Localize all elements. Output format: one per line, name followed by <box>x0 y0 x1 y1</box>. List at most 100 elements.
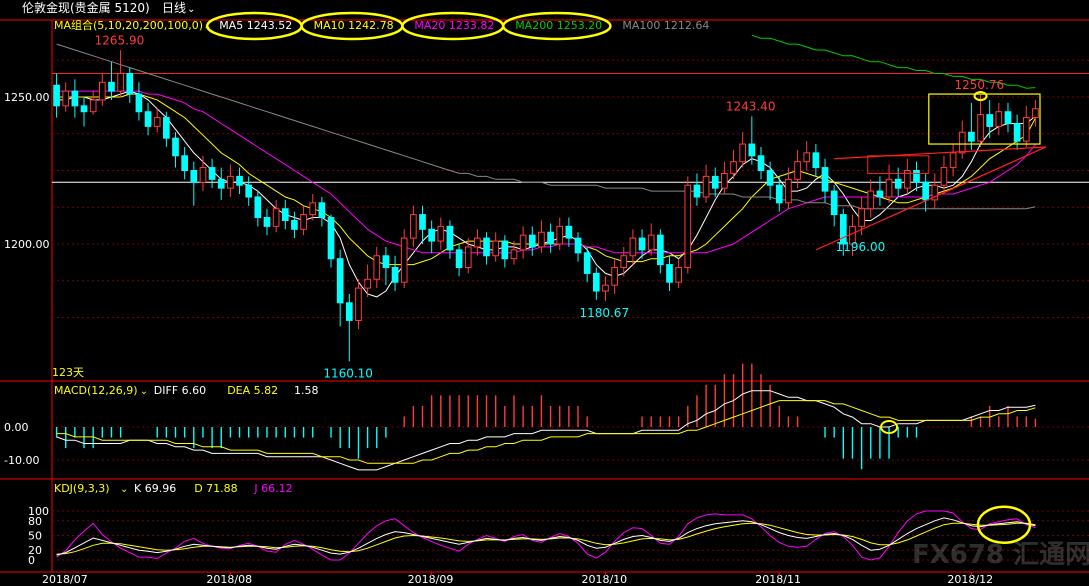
candle-body <box>721 172 728 189</box>
ma-legend-item[interactable]: MA200 1253.20 <box>515 19 602 32</box>
candle-body <box>968 131 975 142</box>
candle-body <box>657 234 664 266</box>
candle-body <box>300 214 307 230</box>
candle-body <box>748 143 756 157</box>
candle-body <box>263 217 271 227</box>
candle-body <box>675 267 682 283</box>
candle-body <box>858 208 865 227</box>
candle-body <box>153 117 161 127</box>
candle-body <box>538 231 545 248</box>
bars-count-label: 123天 <box>52 366 84 379</box>
candle-body <box>885 178 893 198</box>
candle-body <box>812 152 820 169</box>
candle-body <box>336 258 344 304</box>
candle-body <box>629 237 637 257</box>
window-title[interactable]: 伦敦金现(贵金属 5120) <box>22 0 150 15</box>
candle-body <box>1022 117 1030 142</box>
kdj-tick-label: 0 <box>28 554 35 567</box>
candle-body <box>922 181 929 201</box>
candle-body <box>236 175 243 186</box>
macd-legend-item[interactable]: DEA 5.82 <box>227 384 278 397</box>
candle-body <box>89 99 97 113</box>
candle-body <box>830 190 838 216</box>
candle-body <box>355 287 362 321</box>
x-tick-label: 2018/08 <box>206 573 252 586</box>
candle-body <box>666 264 673 283</box>
candle-body <box>785 178 792 204</box>
candle-body <box>803 152 811 163</box>
ma-legend-item[interactable]: MA组合(5,10,20,200,100,0) <box>54 18 203 32</box>
kdj-legend-item[interactable]: K 69.96 <box>134 482 176 495</box>
candle-body <box>327 217 335 260</box>
chevron-down-icon[interactable]: ⌄ <box>140 386 148 397</box>
price-extreme-label: 1180.67 <box>579 306 629 320</box>
candle-body <box>199 167 207 183</box>
macd-legend-item[interactable]: 1.58 <box>294 384 319 397</box>
candlestick-chart[interactable]: 1250.00 1200.00 2018/07 2018/08 2018/09 2018/… <box>0 0 1089 586</box>
candle-body <box>172 137 179 157</box>
candle-body <box>739 143 747 163</box>
ma-legend-item[interactable]: MA100 1212.64 <box>622 19 709 32</box>
candle-body <box>364 278 371 289</box>
price-extreme-label: 1265.90 <box>95 33 145 47</box>
ma-legend-item[interactable]: MA20 1233.82 <box>414 19 494 32</box>
kdj-legend-item[interactable]: J 66.12 <box>253 482 292 495</box>
candle-body <box>1004 111 1012 124</box>
candles <box>53 50 1039 362</box>
candle-body <box>1032 108 1039 119</box>
candle-body <box>647 234 655 251</box>
candle-body <box>867 190 875 210</box>
candle-body <box>281 208 289 221</box>
support-trendline <box>834 146 1047 160</box>
chevron-down-icon[interactable]: ⌄ <box>187 4 195 15</box>
candle-body <box>382 255 390 269</box>
candle-body <box>547 231 554 245</box>
macd-legend-item[interactable]: DIFF 6.60 <box>154 384 206 397</box>
price-extreme-label: 1196.00 <box>836 240 886 254</box>
candle-body <box>272 208 280 227</box>
candle-body <box>757 155 765 172</box>
candle-body <box>684 184 692 269</box>
macd-legend-item[interactable]: MACD(12,26,9) <box>54 384 138 397</box>
candle-body <box>730 161 737 174</box>
candle-body <box>117 72 124 92</box>
candle-body <box>775 184 783 204</box>
ma-legend-item[interactable]: MA10 1242.78 <box>314 19 394 32</box>
price-extreme-label: 1243.40 <box>726 99 776 113</box>
candle-body <box>400 237 408 283</box>
x-tick-label: 2018/12 <box>947 573 993 586</box>
chevron-down-icon[interactable]: ⌄ <box>120 484 128 495</box>
kdj-legend-item[interactable]: KDJ(9,3,3) <box>54 482 110 495</box>
candle-body <box>208 167 216 180</box>
candle-body <box>309 202 317 216</box>
candle-body <box>190 170 198 183</box>
candle-body <box>71 90 79 107</box>
candle-body <box>528 234 536 248</box>
text-layer: 伦敦金现(贵金属 5120) 日线 ⌄ 123天 FX678 汇通网 <box>22 0 1089 570</box>
candle-body <box>291 219 298 230</box>
price-extreme-label: 1250.76 <box>955 78 1005 92</box>
candle-body <box>163 117 170 139</box>
candle-body <box>483 237 490 257</box>
kdj-d-line <box>56 522 1036 555</box>
candle-body <box>958 131 966 154</box>
candle-body <box>794 161 801 180</box>
candle-body <box>419 214 426 230</box>
candle-body <box>519 234 527 251</box>
ma-legend-item[interactable]: MA5 1243.52 <box>219 19 292 32</box>
grid-layer: 1250.00 1200.00 2018/07 2018/08 2018/09 2018/… <box>0 0 1089 586</box>
candle-body <box>510 249 518 260</box>
watermark: FX678 汇通网 <box>912 540 1089 570</box>
candle-body <box>693 184 701 198</box>
candle-body <box>986 114 994 127</box>
candle-body <box>227 175 234 189</box>
candle-body <box>410 214 417 239</box>
kdj-legend-item[interactable]: D 71.88 <box>194 482 237 495</box>
price-extreme-label: 1160.10 <box>323 366 373 380</box>
period-selector[interactable]: 日线 <box>162 1 186 15</box>
candle-body <box>126 72 134 95</box>
candle-body <box>574 237 582 254</box>
candle-body <box>108 81 115 92</box>
candle-body <box>135 93 143 113</box>
candle-body <box>254 196 262 219</box>
